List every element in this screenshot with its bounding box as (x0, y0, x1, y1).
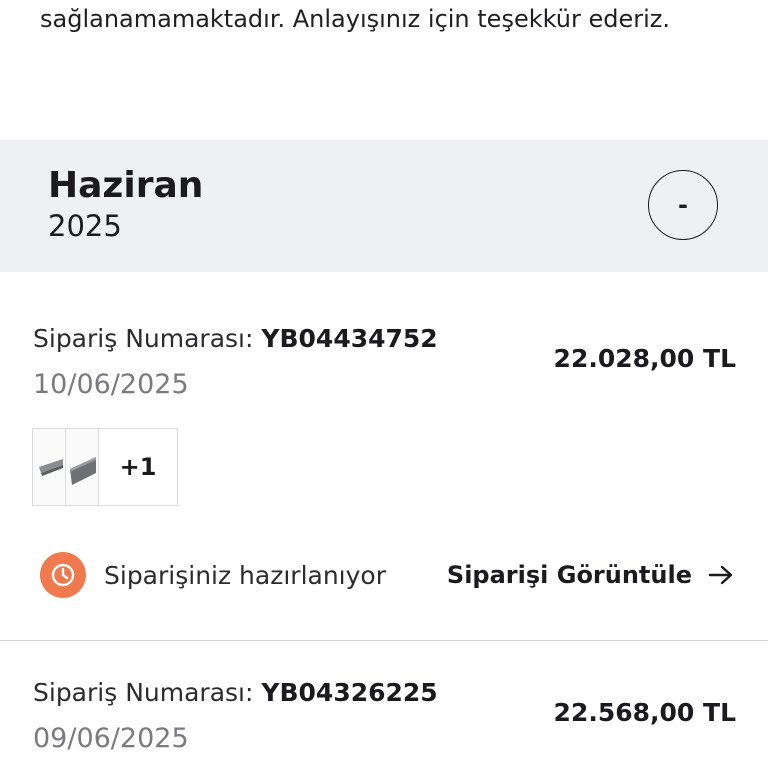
order-date: 09/06/2025 (33, 723, 189, 754)
month-group-header[interactable]: Haziran 2025 - (0, 140, 768, 272)
order-number-label: Sipariş Numarası: (33, 324, 254, 353)
product-thumbnail (66, 429, 99, 505)
order-number-line: Sipariş Numarası: YB04434752 (33, 322, 438, 356)
order-divider (0, 640, 768, 641)
order-number-label: Sipariş Numarası: (33, 678, 254, 707)
order-date: 10/06/2025 (33, 369, 189, 400)
order-status-text: Siparişiniz hazırlanıyor (104, 560, 386, 590)
view-order-label: Siparişi Görüntüle (446, 561, 692, 589)
order-total: 22.568,00 TL (553, 698, 736, 727)
order-status: Siparişiniz hazırlanıyor (40, 552, 386, 598)
month-name: Haziran (48, 165, 204, 206)
more-items-count: +1 (119, 453, 157, 481)
view-order-button[interactable]: Siparişi Görüntüle (447, 558, 734, 592)
order-number: YB04434752 (261, 324, 438, 353)
order-number: YB04326225 (261, 678, 438, 707)
month-year: 2025 (48, 209, 122, 243)
collapse-minus-icon: - (678, 191, 688, 219)
info-notice-text: sağlanamamaktadır. Anlayışınız için teşe… (40, 5, 671, 33)
product-thumbnail (33, 429, 66, 505)
clock-icon (40, 552, 86, 598)
collapse-button[interactable]: - (648, 170, 718, 240)
order-number-line: Sipariş Numarası: YB04326225 (33, 676, 438, 710)
product-thumbnails[interactable]: +1 (32, 428, 178, 506)
order-total: 22.028,00 TL (553, 344, 736, 373)
arrow-right-icon (708, 564, 734, 586)
